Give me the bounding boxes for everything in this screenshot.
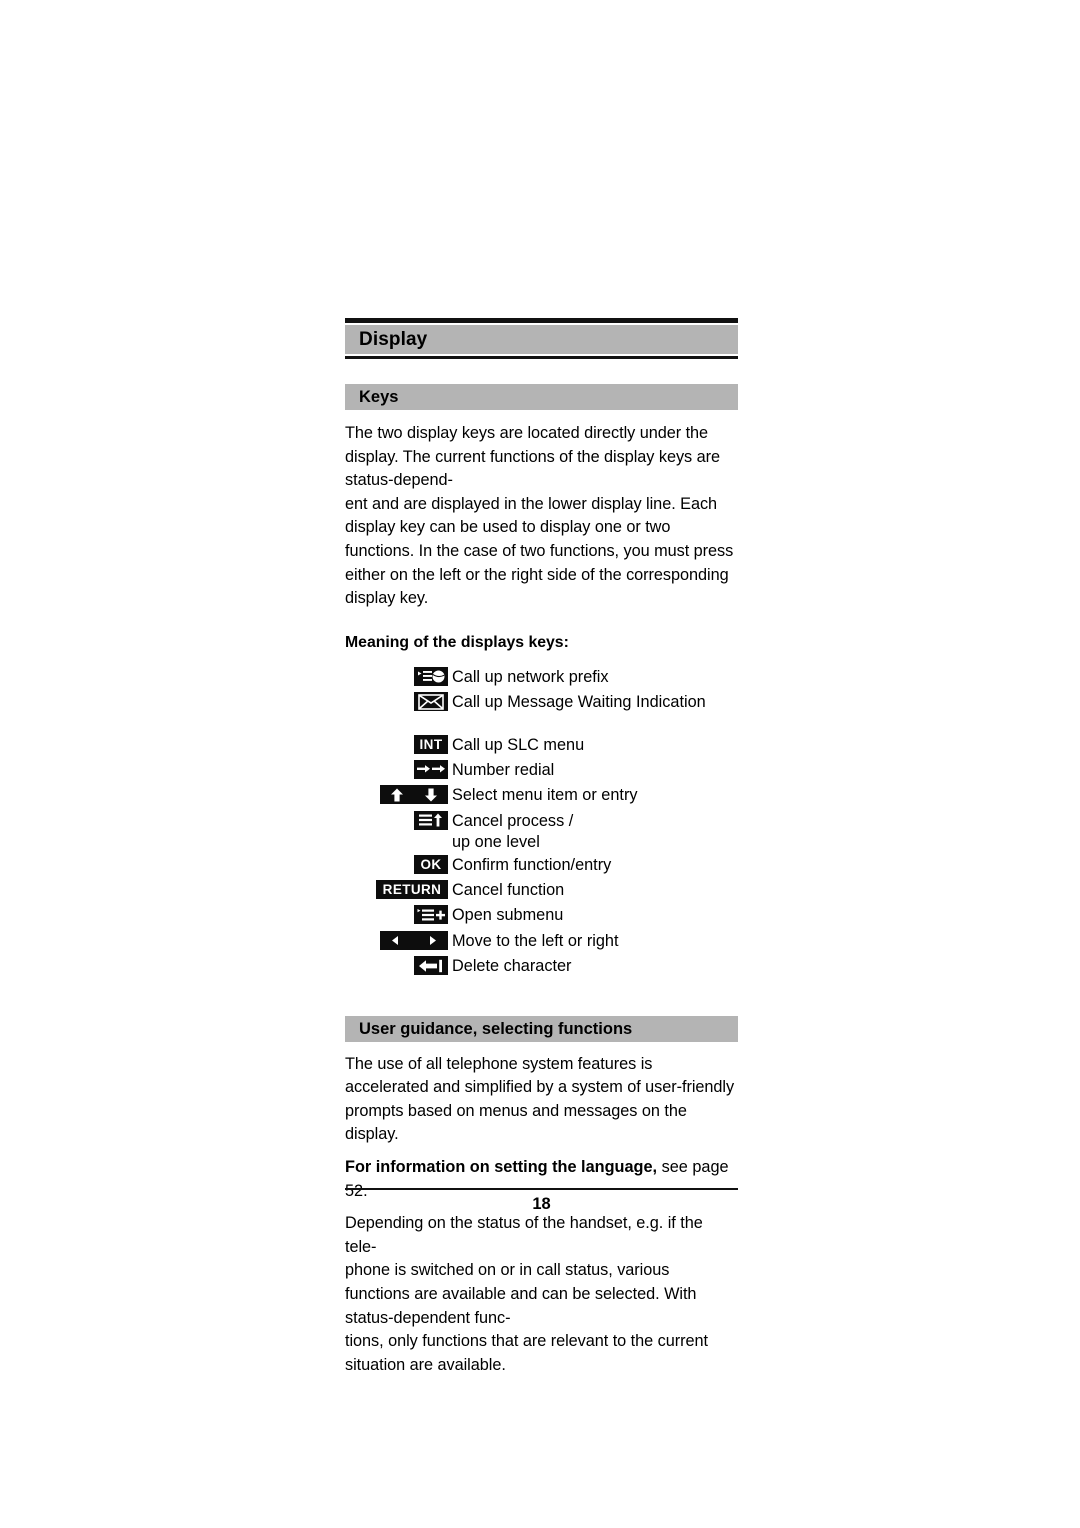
key-legend-label: Number redial (452, 760, 555, 779)
key-badge-cell: RETURN (376, 878, 448, 900)
footer-rule (345, 1188, 738, 1190)
key-gutter (345, 853, 414, 855)
key-gutter (345, 809, 414, 811)
key-badge-cell: INT (414, 733, 448, 754)
key-badge-cell (414, 783, 448, 805)
key-legend-label: Call up network prefix (452, 667, 609, 686)
key-legend-row: Select menu item or entry (345, 783, 738, 808)
key-gutter (345, 954, 414, 956)
ok-badge: OK (414, 854, 448, 874)
key-legend-row: RETURN Cancel function (345, 878, 738, 903)
key-legend-label: Open submenu (452, 906, 564, 925)
key-legend-label: Cancel function (452, 881, 565, 900)
chapter-header: Display (345, 318, 738, 359)
key-legend-label: Call up SLC menu (452, 735, 585, 754)
guidance-paragraph-1: The use of all telephone system features… (345, 1054, 735, 1144)
up-arrow-icon (380, 785, 414, 805)
key-legend-row: OK Confirm function/entry (345, 853, 738, 878)
key-badge-cell (414, 809, 448, 830)
key-gutter (345, 929, 414, 950)
key-badge-cell (414, 954, 448, 976)
key-legend-row: Number redial (345, 758, 738, 783)
key-legend-row: Cancel process / up one level (345, 809, 738, 853)
key-badge-cell (414, 690, 448, 712)
key-legend-row: Delete character (345, 954, 738, 979)
key-legend-label: Cancel process / up one level (452, 811, 574, 851)
key-legend-spacer (345, 716, 738, 733)
key-legend-label: Move to the left or right (452, 931, 619, 950)
key-gutter (345, 665, 414, 667)
key-badge-cell (414, 903, 448, 925)
return-badge: RETURN (376, 880, 448, 900)
section-heading-guidance: User guidance, selecting functions (345, 1015, 738, 1042)
key-gutter (345, 758, 414, 760)
double-right-arrow-icon (414, 759, 448, 779)
key-badge-cell (414, 758, 448, 779)
key-legend-row: Open submenu (345, 903, 738, 928)
key-legend-row: Move to the left or right (345, 929, 738, 954)
section-heading-keys: Keys (345, 384, 738, 410)
key-legend-row: Call up network prefix (345, 665, 738, 690)
down-arrow-icon (414, 785, 448, 805)
menu-up-arrow-icon (414, 810, 448, 830)
keys-intro-paragraph: The two display keys are located directl… (345, 424, 734, 608)
key-badge-cell: OK (414, 853, 448, 874)
keys-lead-in: Meaning of the displays keys: (345, 633, 569, 651)
menu-plus-icon (414, 905, 448, 925)
page-footer: 18 (345, 1188, 738, 1214)
int-badge: INT (414, 734, 448, 754)
key-gutter (345, 733, 414, 735)
menu-globe-icon (414, 666, 448, 686)
key-gutter (345, 690, 414, 692)
key-legend-row: Call up Message Waiting Indication (345, 690, 738, 715)
envelope-icon (414, 692, 448, 712)
page-title: Display (345, 325, 738, 354)
key-legend-label: Confirm function/entry (452, 855, 612, 874)
key-badge-cell (414, 929, 448, 950)
backspace-icon (414, 956, 448, 976)
left-arrow-icon (380, 930, 414, 950)
key-badge-cell (414, 665, 448, 686)
document-page: { "page": { "chapter_title": "Display", … (0, 0, 1080, 1528)
language-note-bold: For information on setting the language, (345, 1158, 658, 1177)
guidance-paragraph-2: Depending on the status of the handset, … (345, 1214, 708, 1374)
key-legend-row: INT Call up SLC menu (345, 733, 738, 758)
key-gutter (345, 783, 414, 805)
key-legend-label: Delete character (452, 957, 572, 976)
page-content: Display Keys The two display keys are lo… (345, 318, 738, 1377)
key-legend-label: Call up Message Waiting Indication (452, 693, 706, 712)
key-gutter (345, 903, 414, 905)
chapter-rule-bottom (345, 356, 738, 359)
page-number: 18 (532, 1195, 551, 1213)
key-legend-label: Select menu item or entry (452, 786, 638, 805)
key-legend-list: Call up network prefix Call up Message W… (345, 665, 738, 980)
right-arrow-icon (414, 930, 448, 950)
